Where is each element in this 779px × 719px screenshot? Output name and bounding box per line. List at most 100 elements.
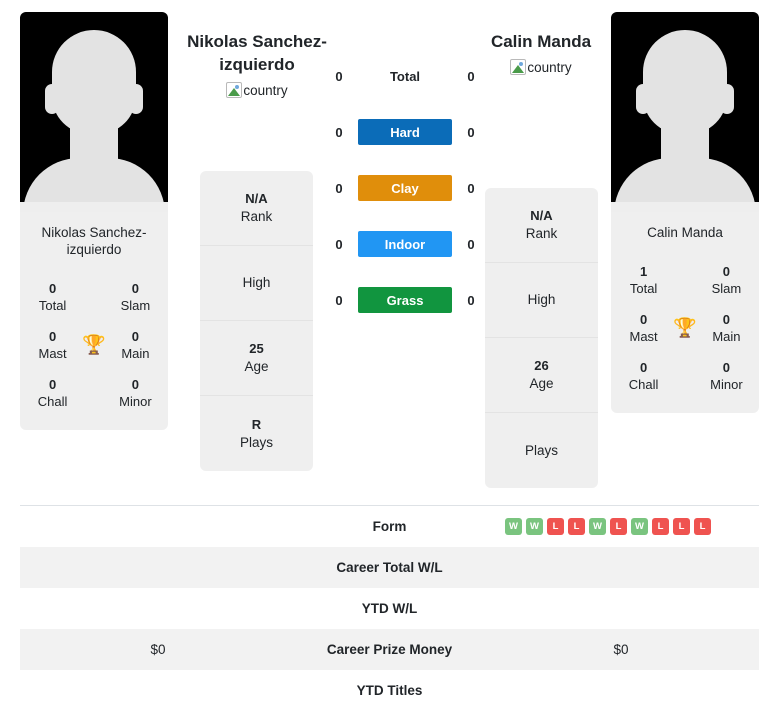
titles-row: 0 Chall 0 Minor: [24, 376, 164, 410]
player-photo-left: [20, 12, 168, 212]
player-card-right[interactable]: Calin Manda 1 Total 0 Slam 0 Mast 🏆 0 Ma…: [611, 12, 759, 413]
player-card-left[interactable]: Nikolas Sanchez-izquierdo 0 Total 0 Slam…: [20, 12, 168, 430]
surface-value-left: 0: [335, 124, 343, 140]
form-badge-loss: L: [673, 517, 690, 535]
form-badge-loss: L: [610, 517, 627, 535]
title-label: Slam: [711, 281, 742, 296]
info-value: 26: [534, 358, 549, 373]
title-value: 0: [722, 264, 731, 279]
surface-label-hard[interactable]: Hard: [358, 119, 452, 145]
info-label: Plays: [239, 434, 273, 450]
title-stat: 0 Chall: [615, 359, 672, 393]
info-label: Plays: [524, 442, 558, 458]
broken-image-icon: [510, 59, 527, 75]
info-value: 25: [249, 341, 264, 356]
surface-value-left: 0: [335, 236, 343, 252]
titles-row: 0 Total 0 Slam: [24, 280, 164, 314]
info-plays-left: R Plays: [200, 396, 313, 471]
title-stat: 0 Minor: [698, 359, 755, 393]
form-badge-list: WWLLWLWLLL: [491, 517, 751, 535]
surface-value-left: 0: [335, 292, 343, 308]
info-value: N/A: [530, 208, 553, 223]
player-titles-right: 1 Total 0 Slam 0 Mast 🏆 0 Main 0 Chall 0…: [611, 243, 759, 413]
title-value: 0: [131, 377, 140, 392]
title-label: Main: [121, 346, 150, 361]
surface-value-right: 0: [467, 68, 475, 84]
form-badge-win: W: [589, 517, 606, 535]
title-value: 0: [131, 281, 140, 296]
trophy-icon: 🏆: [82, 334, 106, 356]
titles-row: 0 Mast 🏆 0 Main: [24, 328, 164, 362]
info-age-left: 25 Age: [200, 321, 313, 396]
row-value-right: [483, 670, 759, 711]
surface-value-right: 0: [467, 292, 475, 308]
surface-row-indoor: 0 Indoor 0: [330, 230, 480, 258]
info-label: High: [242, 275, 271, 290]
info-high-left: High: [200, 246, 313, 321]
avatar-ear-left: [45, 84, 59, 114]
row-value-left: [20, 588, 296, 629]
player-comparison-panel: Nikolas Sanchez-izquierdo 0 Total 0 Slam…: [0, 0, 779, 495]
titles-row: 0 Chall 0 Minor: [615, 359, 755, 393]
player-country-left: country: [167, 82, 347, 100]
title-stat: 0 Total: [24, 280, 81, 314]
info-label: Rank: [240, 209, 273, 224]
surface-row-grass: 0 Grass 0: [330, 286, 480, 314]
row-label: YTD W/L: [361, 600, 418, 616]
title-label: Main: [712, 329, 741, 344]
title-value: 0: [639, 312, 648, 327]
surface-value-left: 0: [335, 180, 343, 196]
country-alt-text: country: [527, 60, 572, 75]
row-value-left: [20, 506, 296, 547]
form-badge-win: W: [526, 517, 543, 535]
title-value: 0: [722, 360, 731, 375]
form-badge-loss: L: [568, 517, 585, 535]
surface-value-left: 0: [335, 68, 343, 84]
table-row-career-total-wl: Career Total W/L: [20, 546, 759, 588]
row-label: YTD Titles: [356, 682, 423, 698]
surface-label-indoor[interactable]: Indoor: [358, 231, 452, 257]
info-rank-right: N/A Rank: [485, 188, 598, 263]
surface-value-right: 0: [467, 124, 475, 140]
player-name-right[interactable]: Calin Manda: [451, 30, 631, 53]
surface-label-clay[interactable]: Clay: [358, 175, 452, 201]
surface-row-hard: 0 Hard 0: [330, 118, 480, 146]
title-value: 0: [48, 281, 57, 296]
surface-row-clay: 0 Clay 0: [330, 174, 480, 202]
title-label: Slam: [120, 298, 151, 313]
row-value-right: WWLLWLWLLL: [483, 506, 759, 547]
title-stat: 0 Mast: [615, 311, 672, 345]
surface-value-right: 0: [467, 236, 475, 252]
title-stat: 0 Chall: [24, 376, 81, 410]
title-value: 0: [48, 377, 57, 392]
form-badge-loss: L: [547, 517, 564, 535]
title-stat: 0 Main: [107, 328, 164, 362]
title-value: 0: [722, 312, 731, 327]
title-label: Total: [629, 281, 658, 296]
title-stat: 0 Slam: [107, 280, 164, 314]
surface-label-grass[interactable]: Grass: [358, 287, 452, 313]
table-row-ytd-wl: YTD W/L: [20, 588, 759, 629]
comparison-stats-table: Form WWLLWLWLLL Career Total W/L YTD W/L…: [20, 505, 759, 711]
row-value-left: [20, 670, 296, 711]
info-label: High: [527, 292, 556, 307]
title-label: Total: [38, 298, 67, 313]
title-label: Mast: [38, 346, 67, 361]
avatar-ear-right: [720, 84, 734, 114]
titles-row: 0 Mast 🏆 0 Main: [615, 311, 755, 345]
title-stat: 0 Main: [698, 311, 755, 345]
avatar-floor: [611, 202, 759, 212]
row-value-left: $0: [150, 641, 166, 657]
surface-value-right: 0: [467, 180, 475, 196]
row-label: Career Prize Money: [326, 641, 453, 657]
row-value-right: $0: [613, 641, 629, 657]
title-label: Minor: [119, 394, 152, 409]
surface-row-total: 0 Total 0: [330, 62, 480, 90]
title-stat: 1 Total: [615, 263, 672, 297]
player-name-left[interactable]: Nikolas Sanchez-izquierdo: [167, 30, 347, 76]
table-row-career-prize-money: $0 Career Prize Money $0: [20, 628, 759, 670]
table-row-form: Form WWLLWLWLLL: [20, 506, 759, 547]
titles-row: 1 Total 0 Slam: [615, 263, 755, 297]
title-stat: 0 Mast: [24, 328, 81, 362]
info-label: Age: [529, 376, 554, 391]
